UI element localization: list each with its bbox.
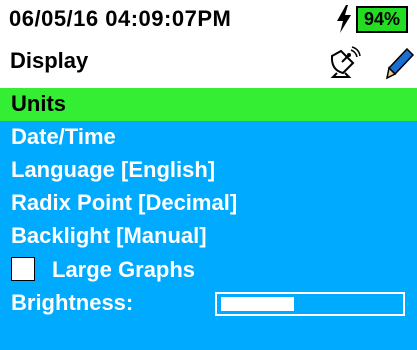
brightness-row: Brightness: <box>0 287 417 320</box>
large-graphs-toggle[interactable]: Large Graphs <box>0 254 417 287</box>
brightness-level-fill <box>221 297 294 311</box>
battery-indicator: 94% <box>356 6 408 33</box>
battery-level: 94% <box>363 9 401 29</box>
menu-item-label: Language [English] <box>11 157 216 182</box>
settings-menu: Units Date/Time Language [English] Radix… <box>0 88 417 350</box>
menu-item-language[interactable]: Language [English] <box>0 154 417 187</box>
menu-item-date-time[interactable]: Date/Time <box>0 121 417 154</box>
charging-bolt-icon <box>337 5 351 33</box>
device-screen: 06/05/16 04:09:07PM 94% Display Units Da… <box>0 0 417 350</box>
menu-item-label: Units <box>11 91 66 116</box>
large-graphs-checkbox[interactable] <box>11 257 35 281</box>
timestamp: 06/05/16 04:09:07PM <box>9 6 232 31</box>
status-bar: 06/05/16 04:09:07PM 94% <box>0 0 417 44</box>
menu-item-label: Backlight [Manual] <box>11 223 207 248</box>
brightness-label: Brightness: <box>11 290 134 315</box>
satellite-dish-icon[interactable] <box>327 46 361 78</box>
menu-item-radix-point[interactable]: Radix Point [Decimal] <box>0 187 417 220</box>
menu-item-backlight[interactable]: Backlight [Manual] <box>0 220 417 253</box>
menu-item-label: Date/Time <box>11 124 116 149</box>
brightness-slider[interactable] <box>215 292 405 316</box>
menu-item-label: Radix Point [Decimal] <box>11 190 238 215</box>
page-title: Display <box>10 48 89 73</box>
large-graphs-label: Large Graphs <box>52 257 196 282</box>
title-bar: Display <box>0 45 417 87</box>
menu-item-units[interactable]: Units <box>0 88 417 121</box>
pen-icon[interactable] <box>385 47 415 81</box>
